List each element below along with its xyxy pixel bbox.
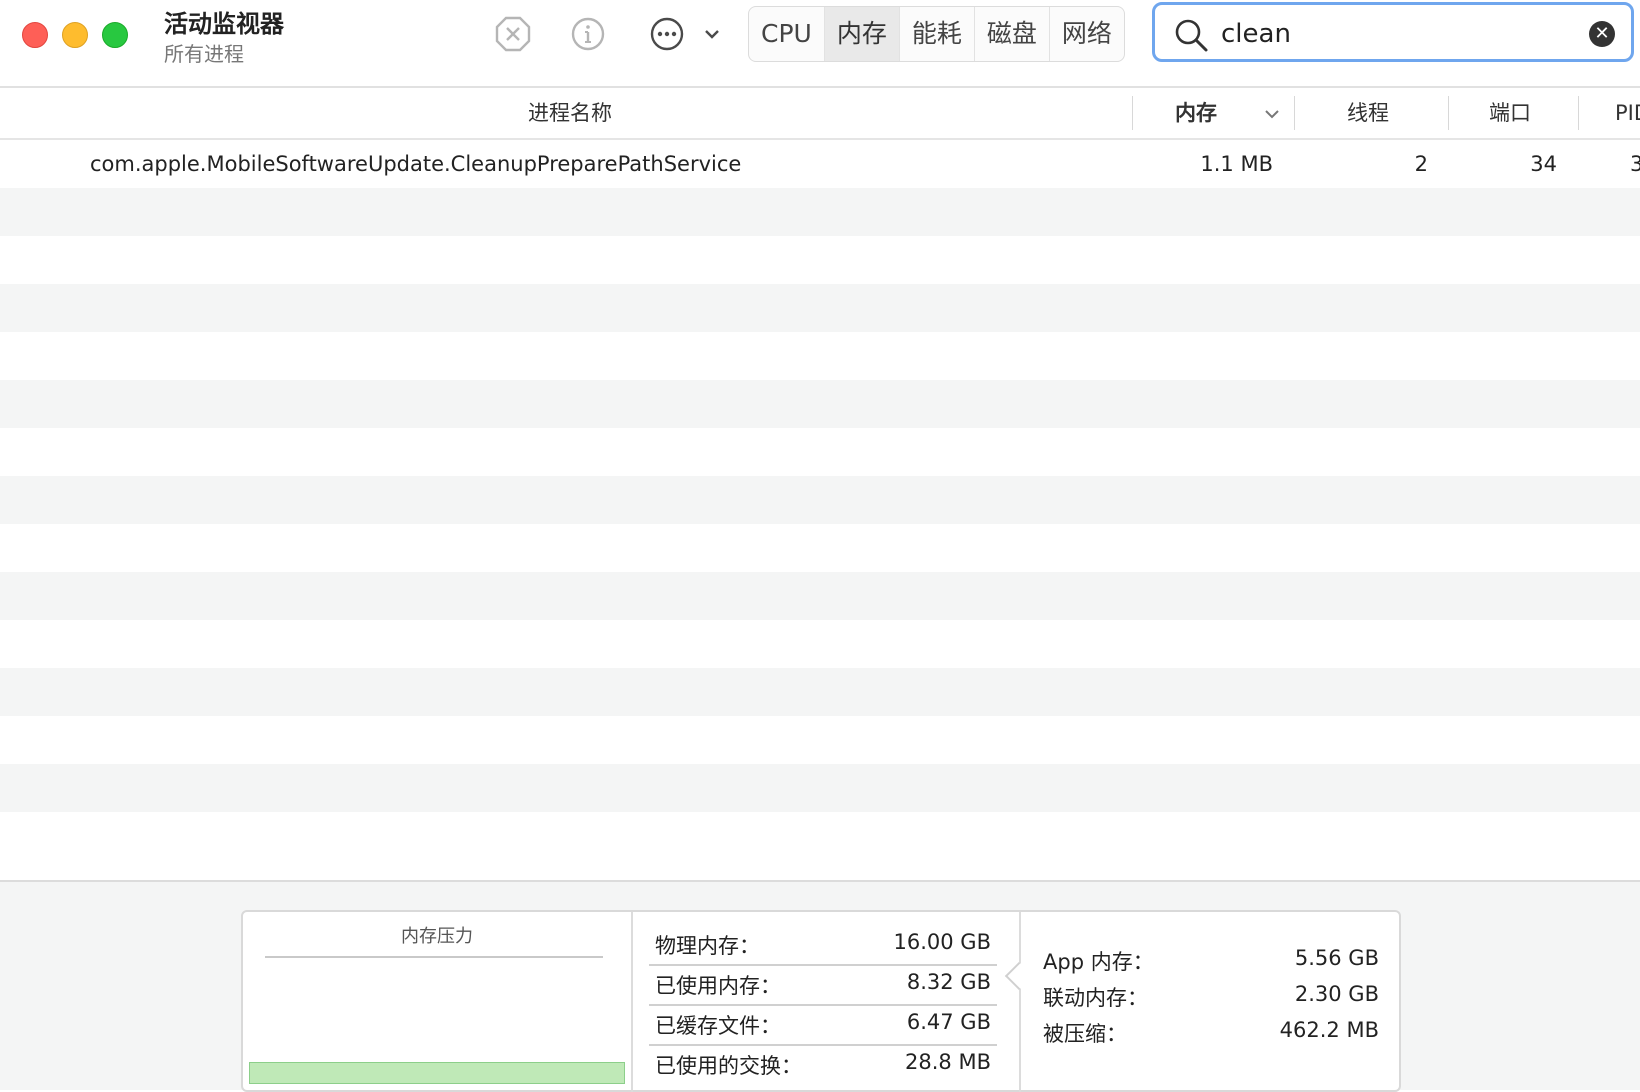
empty-row (0, 476, 1640, 524)
column-divider[interactable] (1578, 96, 1579, 130)
process-table: com.apple.MobileSoftwareUpdate.CleanupPr… (0, 140, 1640, 872)
memory-pressure-fill (250, 1063, 624, 1083)
breakdown-label: 联动内存： (1043, 986, 1148, 1010)
stop-process-button[interactable] (494, 15, 532, 53)
more-actions-dropdown[interactable] (700, 20, 724, 48)
empty-row (0, 620, 1640, 668)
column-header-pid[interactable]: PID (1615, 88, 1640, 138)
memory-pressure-title: 内存压力 (401, 926, 473, 947)
stat-value: 6.47 GB (906, 1010, 991, 1034)
tab-cpu[interactable]: CPU (749, 7, 825, 61)
stat-label: 已使用的交换： (655, 1054, 802, 1078)
column-divider[interactable] (1448, 96, 1449, 130)
search-input[interactable]: clean (1221, 19, 1291, 49)
empty-row (0, 716, 1640, 764)
memory-summary-panel: 内存压力 物理内存： 16.00 GB 已使用内存： 8.32 GB 已缓存文件… (241, 910, 1401, 1092)
column-header-threads[interactable]: 线程 (1347, 88, 1389, 138)
stat-value: 16.00 GB (893, 930, 991, 954)
empty-row (0, 812, 1640, 860)
close-icon: ✕ (1594, 23, 1610, 44)
info-icon (571, 17, 605, 51)
breakdown-compressed: 被压缩： 462.2 MB (1043, 1018, 1379, 1052)
empty-row (0, 668, 1640, 716)
stat-label: 已使用内存： (655, 974, 781, 998)
threads-cell: 2 (1414, 152, 1428, 176)
empty-row (0, 428, 1640, 476)
breakdown-value: 2.30 GB (1294, 982, 1379, 1006)
column-divider[interactable] (1294, 96, 1295, 130)
view-tabs: CPU 内存 能耗 磁盘 网络 (748, 6, 1125, 62)
stat-swap-used: 已使用的交换： 28.8 MB (649, 1044, 997, 1084)
stat-physical-memory: 物理内存： 16.00 GB (649, 924, 997, 966)
breakdown-label: 被压缩： (1043, 1022, 1127, 1046)
column-header-ports[interactable]: 端口 (1489, 88, 1531, 138)
stat-label: 已缓存文件： (655, 1014, 781, 1038)
sort-descending-icon (1265, 110, 1279, 119)
zoom-window-button[interactable] (102, 22, 128, 48)
tab-memory[interactable]: 内存 (824, 7, 900, 61)
toolbar: 活动监视器 所有进程 CPU 内存 能耗 磁盘 网络 clean ✕ (0, 0, 1640, 88)
search-field[interactable]: clean ✕ (1152, 2, 1634, 62)
column-divider[interactable] (1132, 96, 1133, 130)
window-subtitle: 所有进程 (164, 42, 244, 66)
tab-disk[interactable]: 磁盘 (975, 7, 1050, 61)
table-row[interactable]: com.apple.MobileSoftwareUpdate.CleanupPr… (0, 140, 1640, 188)
memory-breakdown: App 内存： 5.56 GB 联动内存： 2.30 GB 被压缩： 462.2… (1023, 912, 1399, 1092)
column-header-memory[interactable]: 内存 (1175, 88, 1217, 138)
minimize-window-button[interactable] (62, 22, 88, 48)
stat-value: 28.8 MB (905, 1050, 991, 1074)
empty-row (0, 524, 1640, 572)
empty-row (0, 332, 1640, 380)
window-title: 活动监视器 (164, 10, 284, 38)
ports-cell: 34 (1530, 152, 1557, 176)
close-window-button[interactable] (22, 22, 48, 48)
chevron-down-icon (705, 30, 719, 39)
tab-energy[interactable]: 能耗 (900, 7, 975, 61)
empty-row (0, 380, 1640, 428)
stat-memory-used: 已使用内存： 8.32 GB (649, 964, 997, 1006)
empty-row (0, 188, 1640, 236)
empty-row (0, 284, 1640, 332)
divider (265, 956, 603, 958)
more-actions-button[interactable] (648, 15, 686, 53)
pid-cell: 3 (1630, 152, 1640, 176)
memory-pressure-graph: 内存压力 (243, 912, 633, 1092)
search-icon (1175, 19, 1208, 52)
column-header-process-name[interactable]: 进程名称 (528, 88, 612, 138)
stat-cached-files: 已缓存文件： 6.47 GB (649, 1004, 997, 1046)
breakdown-value: 5.56 GB (1294, 946, 1379, 970)
process-name-cell: com.apple.MobileSoftwareUpdate.CleanupPr… (90, 152, 742, 176)
breakdown-app-memory: App 内存： 5.56 GB (1043, 946, 1379, 980)
clear-search-button[interactable]: ✕ (1589, 21, 1615, 47)
breakdown-wired-memory: 联动内存： 2.30 GB (1043, 982, 1379, 1016)
tab-network[interactable]: 网络 (1050, 7, 1124, 61)
empty-row (0, 764, 1640, 812)
empty-row (0, 572, 1640, 620)
empty-row (0, 236, 1640, 284)
stop-process-icon (495, 16, 531, 52)
table-header: 进程名称 内存 线程 端口 PID (0, 88, 1640, 140)
info-button[interactable] (569, 15, 607, 53)
breakdown-label: App 内存： (1043, 950, 1154, 974)
memory-cell: 1.1 MB (1200, 152, 1273, 176)
breakdown-value: 462.2 MB (1279, 1018, 1379, 1042)
stat-value: 8.32 GB (906, 970, 991, 994)
stat-label: 物理内存： (655, 934, 760, 958)
memory-stats: 物理内存： 16.00 GB 已使用内存： 8.32 GB 已缓存文件： 6.4… (633, 912, 1021, 1092)
ellipsis-icon (650, 17, 684, 51)
memory-summary-area: 内存压力 物理内存： 16.00 GB 已使用内存： 8.32 GB 已缓存文件… (0, 880, 1640, 1092)
memory-pressure-bar (249, 1062, 625, 1084)
